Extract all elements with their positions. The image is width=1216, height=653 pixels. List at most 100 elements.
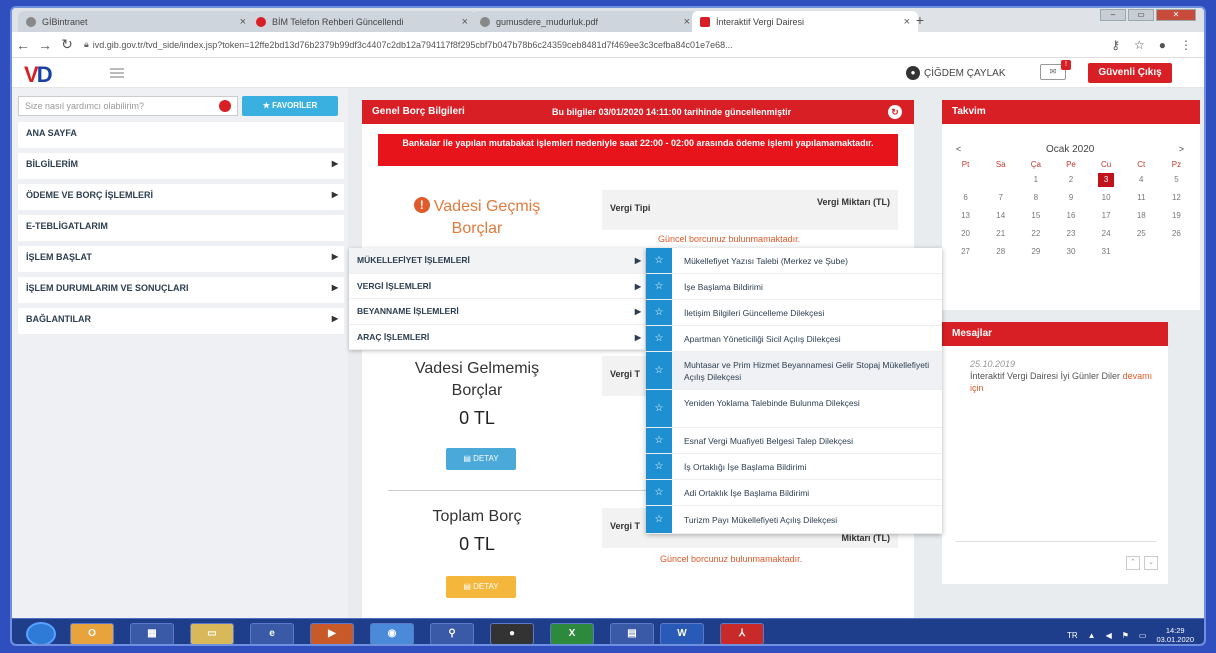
calendar-day[interactable]: 7 — [983, 191, 1018, 205]
chevron-down-icon[interactable]: ⌄ — [1144, 556, 1158, 570]
new-tab-button[interactable]: + — [910, 13, 930, 29]
browser-tab[interactable]: BİM Telefon Rehberi Güncellendi × — [248, 11, 476, 32]
calendar-day[interactable]: 31 — [1089, 245, 1124, 259]
favorite-star-icon[interactable]: ☆ — [646, 428, 672, 453]
calendar-day[interactable]: 12 — [1159, 191, 1194, 205]
calendar-day[interactable]: 4 — [1124, 173, 1159, 187]
submenu-item[interactable]: ☆ Muhtasar ve Prim Hizmet Beyannamesi Gel… — [646, 352, 942, 390]
calendar-day[interactable]: 28 — [983, 245, 1018, 259]
calendar-day[interactable]: 29 — [1018, 245, 1053, 259]
windows-start-icon[interactable] — [26, 622, 56, 644]
submenu-item[interactable]: ☆ Esnaf Vergi Muafiyeti Belgesi Talep Dil… — [646, 428, 942, 454]
sidebar-item-baglantilar[interactable]: BAĞLANTILAR ▶ — [18, 308, 344, 339]
language-indicator[interactable]: TR — [1067, 631, 1078, 640]
calendar-day[interactable]: 14 — [983, 209, 1018, 223]
favorite-star-icon[interactable]: ☆ — [646, 390, 672, 427]
sidebar-item-odeme[interactable]: ÖDEME VE BORÇ İŞLEMLERİ ▶ — [18, 184, 344, 215]
favorite-star-icon[interactable]: ☆ — [646, 352, 672, 389]
submenu-item[interactable]: ☆ Yeniden Yoklama Talebinde Bulunma Dilek… — [646, 390, 942, 428]
menu-dots-icon[interactable]: ⋮ — [1180, 38, 1192, 52]
chevron-up-icon[interactable]: ⌃ — [1126, 556, 1140, 570]
speaker-icon[interactable]: ◀ — [1106, 631, 1112, 640]
outlook-taskbar-icon[interactable]: O — [70, 623, 114, 644]
close-icon[interactable]: × — [684, 16, 690, 28]
ie-taskbar-icon[interactable]: e — [250, 623, 294, 644]
calendar-day[interactable]: 25 — [1124, 227, 1159, 241]
minimize-button[interactable]: – — [1100, 9, 1126, 21]
url-field[interactable]: ivd.gib.gov.tr/tvd_side/index.jsp?token=… — [93, 40, 1043, 50]
user-info[interactable]: ● ÇİĞDEM ÇAYLAK — [906, 66, 1006, 80]
calendar-day-today[interactable]: 3 — [1098, 173, 1115, 187]
ivd-logo[interactable]: VD — [24, 62, 53, 88]
prev-month-button[interactable]: < — [956, 144, 961, 154]
pdf-taskbar-icon[interactable]: ⅄ — [720, 623, 764, 644]
submenu-item[interactable]: ☆ İletişim Bilgileri Güncelleme Dilekçesi — [646, 300, 942, 326]
submenu-item[interactable]: ☆ Mükellefiyet Yazısı Talebi (Merkez ve Ş… — [646, 248, 942, 274]
favorite-star-icon[interactable]: ☆ — [646, 454, 672, 479]
submenu-item[interactable]: ☆ Apartman Yöneticiliği Sicil Açılış Dile… — [646, 326, 942, 352]
folder-taskbar-icon[interactable]: ▭ — [190, 623, 234, 644]
key-icon[interactable]: ⚷ — [1111, 38, 1120, 52]
submenu-item-arac[interactable]: ARAÇ İŞLEMLERİ ▶ — [349, 325, 645, 350]
app-taskbar-icon[interactable]: ● — [490, 623, 534, 644]
calendar-day[interactable]: 13 — [948, 209, 983, 223]
favorite-star-icon[interactable]: ☆ — [646, 248, 672, 273]
tray-arrow-icon[interactable]: ▲ — [1088, 631, 1096, 640]
favorite-star-icon[interactable]: ☆ — [646, 274, 672, 299]
calendar-day[interactable]: 18 — [1124, 209, 1159, 223]
search-taskbar-icon[interactable]: ⚲ — [430, 623, 474, 644]
messages-icon[interactable]: ✉! — [1040, 60, 1071, 80]
hamburger-icon[interactable] — [110, 68, 124, 78]
notdue-detail-button[interactable]: ▤ DETAY — [446, 448, 516, 470]
sidebar-item-islem-baslat[interactable]: İŞLEM BAŞLAT ▶ — [18, 246, 344, 277]
submenu-item-beyanname[interactable]: BEYANNAME İŞLEMLERİ ▶ — [349, 299, 645, 325]
bookmark-star-icon[interactable]: ☆ — [1134, 38, 1145, 52]
favorite-star-icon[interactable]: ☆ — [646, 480, 672, 505]
calendar-day[interactable]: 5 — [1159, 173, 1194, 187]
calculator-taskbar-icon[interactable]: ▦ — [130, 623, 174, 644]
browser-tab[interactable]: GİBintranet × — [18, 11, 254, 32]
close-icon[interactable]: × — [240, 16, 246, 28]
calendar-day[interactable]: 6 — [948, 191, 983, 205]
word-taskbar-icon[interactable]: W — [660, 623, 704, 644]
sidebar-item-e-tebligat[interactable]: E-TEBLİGATLARIM — [18, 215, 344, 246]
calendar-day[interactable]: 26 — [1159, 227, 1194, 241]
submenu-item-mukellefiyet[interactable]: MÜKELLEFİYET İŞLEMLERİ ▶ — [349, 248, 645, 274]
lock-icon[interactable]: 🔒︎ — [84, 39, 89, 50]
browser-tab[interactable]: gumusdere_mudurluk.pdf × — [472, 11, 698, 32]
refresh-icon[interactable]: ↻ — [888, 105, 902, 119]
calendar-day[interactable]: 2 — [1053, 173, 1088, 187]
close-icon[interactable]: × — [462, 16, 468, 28]
excel-taskbar-icon[interactable]: X — [550, 623, 594, 644]
submenu-item[interactable]: ☆ İşe Başlama Bildirimi — [646, 274, 942, 300]
calendar-day[interactable]: 1 — [1018, 173, 1053, 187]
calendar-day[interactable]: 20 — [948, 227, 983, 241]
browser-tab-active[interactable]: İnteraktif Vergi Dairesi × — [692, 11, 918, 32]
calendar-day[interactable]: 16 — [1053, 209, 1088, 223]
calendar-day[interactable]: 21 — [983, 227, 1018, 241]
calendar-day[interactable]: 27 — [948, 245, 983, 259]
submenu-item[interactable]: ☆ İş Ortaklığı İşe Başlama Bildirimi — [646, 454, 942, 480]
favorite-star-icon[interactable]: ☆ — [646, 506, 672, 533]
clock[interactable]: 14:29 03.01.2020 — [1156, 626, 1194, 644]
back-icon[interactable]: ← — [12, 37, 34, 53]
calendar-day[interactable]: 10 — [1089, 191, 1124, 205]
search-input[interactable]: Size nasıl yardımcı olabilirim? — [18, 96, 238, 116]
calendar-day[interactable]: 9 — [1053, 191, 1088, 205]
reload-icon[interactable]: ↻ — [56, 36, 78, 53]
submenu-item[interactable]: ☆ Adi Ortaklık İşe Başlama Bildirimi — [646, 480, 942, 506]
network-taskbar-icon[interactable]: ▤ — [610, 623, 654, 644]
close-window-button[interactable]: ✕ — [1156, 9, 1196, 21]
calendar-day[interactable]: 24 — [1089, 227, 1124, 241]
calendar-day[interactable]: 30 — [1053, 245, 1088, 259]
chrome-taskbar-icon[interactable]: ◉ — [370, 623, 414, 644]
calendar-day[interactable]: 11 — [1124, 191, 1159, 205]
calendar-day[interactable]: 15 — [1018, 209, 1053, 223]
favorite-star-icon[interactable]: ☆ — [646, 300, 672, 325]
calendar-day[interactable]: 19 — [1159, 209, 1194, 223]
profile-icon[interactable]: ● — [1159, 38, 1166, 52]
submenu-item[interactable]: ☆ Turizm Payı Mükellefiyeti Açılış Dilekç… — [646, 506, 942, 534]
sidebar-item-islem-durumlarim[interactable]: İŞLEM DURUMLARIM VE SONUÇLARI ▶ — [18, 277, 344, 308]
calendar-day[interactable]: 8 — [1018, 191, 1053, 205]
sidebar-item-bilgilerim[interactable]: BİLGİLERİM ▶ — [18, 153, 344, 184]
